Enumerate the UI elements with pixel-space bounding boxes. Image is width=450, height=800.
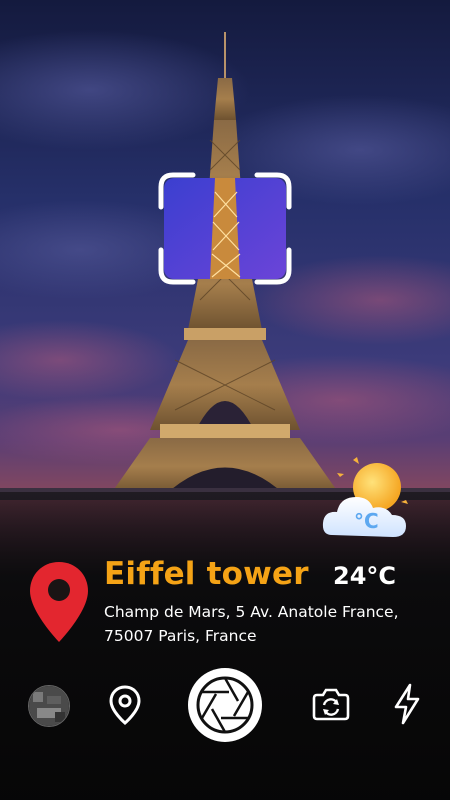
camera-switch-icon[interactable] [311,686,351,722]
map-pin-icon [30,562,88,642]
sun-cloud-icon: °C [322,457,408,537]
temperature: 24°C [333,562,397,590]
place-address: Champ de Mars, 5 Av. Anatole France, 750… [104,600,434,648]
address-line-2: 75007 Paris, France [104,627,257,645]
gallery-image [29,686,69,726]
svg-text:°C: °C [354,509,379,533]
address-line-1: Champ de Mars, 5 Av. Anatole France, [104,603,399,621]
place-name: Eiffel tower [104,556,309,592]
gallery-thumbnail[interactable] [28,685,70,727]
location-pin-icon[interactable] [108,684,142,726]
flash-icon[interactable] [392,683,422,725]
scan-viewfinder [158,172,292,285]
camera-shutter-button[interactable] [186,666,264,744]
